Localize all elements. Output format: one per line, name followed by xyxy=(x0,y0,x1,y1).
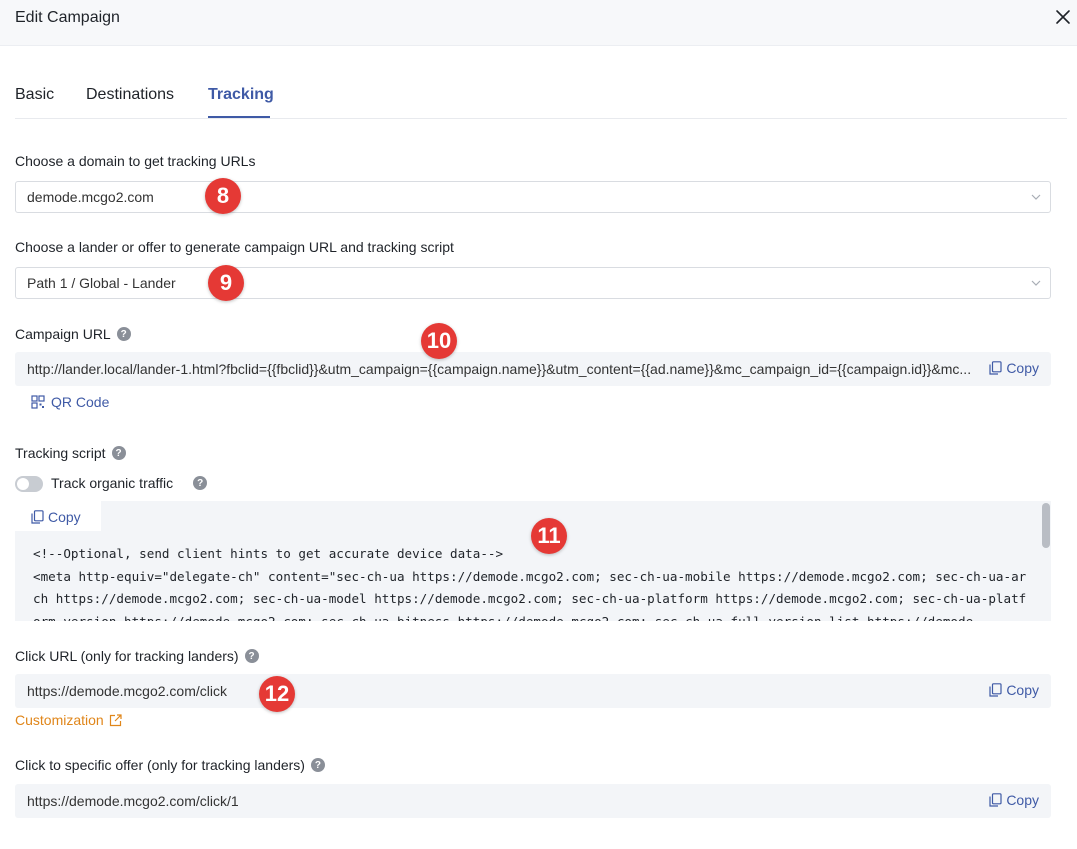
offer-click-url-label: Click to specific offer (only for tracki… xyxy=(15,757,325,773)
copy-label: Copy xyxy=(1006,682,1039,698)
copy-icon xyxy=(989,361,1002,375)
step-badge-10: 10 xyxy=(421,323,457,359)
offer-click-url-copy-button[interactable]: Copy xyxy=(989,792,1039,808)
qr-code-link[interactable]: QR Code xyxy=(31,394,109,410)
help-icon[interactable]: ? xyxy=(193,476,208,490)
toggle-knob xyxy=(17,478,29,490)
copy-icon xyxy=(989,683,1002,697)
campaign-url-label-text: Campaign URL xyxy=(15,326,111,342)
lander-label: Choose a lander or offer to generate cam… xyxy=(15,239,454,255)
domain-label: Choose a domain to get tracking URLs xyxy=(15,153,255,169)
domain-select[interactable]: demode.mcgo2.com xyxy=(15,181,1051,213)
dialog-title: Edit Campaign xyxy=(15,9,120,26)
click-url-value: https://demode.mcgo2.com/click xyxy=(27,683,227,699)
copy-label: Copy xyxy=(48,509,81,525)
organic-traffic-label: Track organic traffic ? xyxy=(51,475,208,491)
click-url-label: Click URL (only for tracking landers) ? xyxy=(15,648,259,664)
tracking-script-box: Copy <!--Optional, send client hints to … xyxy=(15,501,1051,621)
offer-click-url-label-text: Click to specific offer (only for tracki… xyxy=(15,757,305,773)
qr-code-label: QR Code xyxy=(51,394,110,410)
script-copy-tab: Copy xyxy=(15,501,101,531)
customization-link[interactable]: Customization xyxy=(15,712,122,728)
tab-destinations[interactable]: Destinations xyxy=(86,86,174,104)
lander-select-value: Path 1 / Global - Lander xyxy=(27,275,176,291)
copy-icon xyxy=(31,510,44,524)
copy-label: Copy xyxy=(1006,792,1039,808)
help-icon[interactable]: ? xyxy=(111,446,126,460)
step-badge-12: 12 xyxy=(259,676,295,712)
copy-label: Copy xyxy=(1006,360,1039,376)
step-badge-11: 11 xyxy=(531,518,567,554)
campaign-url-label: Campaign URL ? xyxy=(15,326,131,342)
help-icon[interactable]: ? xyxy=(244,649,259,663)
offer-click-url-value: https://demode.mcgo2.com/click/1 xyxy=(27,793,239,809)
offer-click-url-field: https://demode.mcgo2.com/click/1 Copy xyxy=(15,784,1051,818)
tracking-script-code[interactable]: <!--Optional, send client hints to get a… xyxy=(33,543,1028,621)
customization-label: Customization xyxy=(15,712,104,728)
tracking-script-label-text: Tracking script xyxy=(15,445,106,461)
external-link-icon xyxy=(109,713,122,726)
domain-label-text: Choose a domain to get tracking URLs xyxy=(15,153,256,169)
tab-bar: Basic Destinations Tracking xyxy=(15,70,1067,119)
tab-tracking[interactable]: Tracking xyxy=(208,86,274,104)
organic-traffic-toggle[interactable] xyxy=(15,476,43,492)
scroll-thumb[interactable] xyxy=(1042,503,1050,548)
click-url-copy-button[interactable]: Copy xyxy=(989,682,1039,698)
campaign-url-value: http://lander.local/lander-1.html?fbclid… xyxy=(27,361,972,377)
lander-select[interactable]: Path 1 / Global - Lander xyxy=(15,267,1051,299)
click-url-label-text: Click URL (only for tracking landers) xyxy=(15,648,239,664)
lander-label-text: Choose a lander or offer to generate cam… xyxy=(15,239,454,255)
step-badge-8: 8 xyxy=(205,178,241,214)
tracking-script-label: Tracking script ? xyxy=(15,445,126,461)
click-url-field: https://demode.mcgo2.com/click Copy xyxy=(15,674,1051,708)
script-scrollbar[interactable] xyxy=(1040,501,1051,621)
tab-basic[interactable]: Basic xyxy=(15,86,54,104)
copy-icon xyxy=(989,793,1002,807)
chevron-down-icon xyxy=(1031,280,1041,286)
qr-code-icon xyxy=(31,395,45,409)
step-badge-9: 9 xyxy=(208,265,244,301)
dialog-header: Edit Campaign xyxy=(0,0,1077,46)
domain-select-value: demode.mcgo2.com xyxy=(27,189,154,205)
tracking-script-copy-button[interactable]: Copy xyxy=(31,509,81,525)
campaign-url-field: http://lander.local/lander-1.html?fbclid… xyxy=(15,352,1051,386)
organic-traffic-label-text: Track organic traffic xyxy=(51,475,174,491)
help-icon[interactable]: ? xyxy=(310,758,325,772)
close-icon[interactable] xyxy=(1052,6,1074,28)
help-icon[interactable]: ? xyxy=(116,327,131,341)
active-tab-indicator xyxy=(208,116,270,118)
campaign-url-copy-button[interactable]: Copy xyxy=(989,360,1039,376)
chevron-down-icon xyxy=(1031,194,1041,200)
